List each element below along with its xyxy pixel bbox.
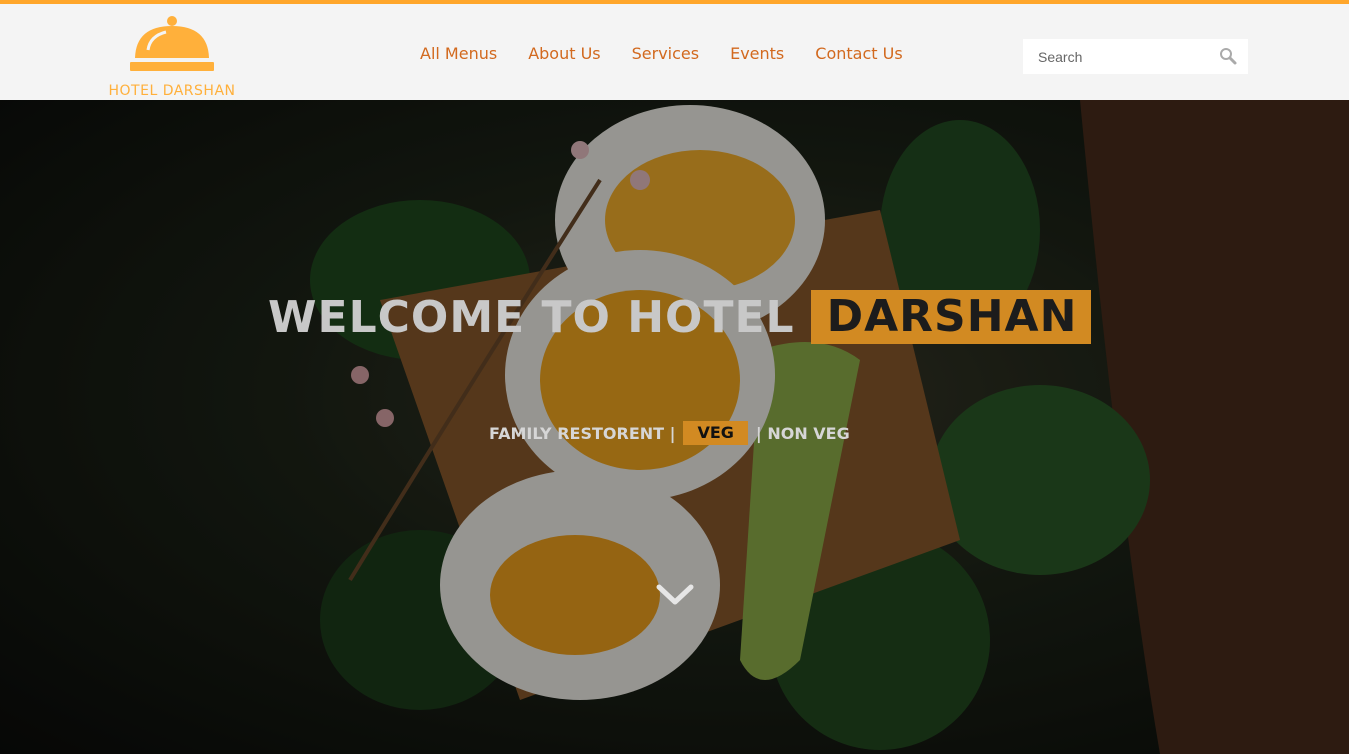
chevron-down-icon[interactable] [655, 582, 695, 608]
site-logo[interactable]: HOTEL DARSHAN [106, 14, 238, 99]
hero-banner: WELCOME TO HOTEL DARSHAN FAMILY RESTOREN… [0, 100, 1349, 754]
cloche-icon [130, 16, 214, 71]
nav-all-menus[interactable]: All Menus [420, 44, 497, 68]
hero-tagline: FAMILY RESTORENT | VEG | NON VEG [489, 420, 850, 446]
nav-about-us[interactable]: About Us [528, 44, 600, 68]
nav-services[interactable]: Services [632, 44, 699, 68]
nav-contact-us[interactable]: Contact Us [815, 44, 902, 68]
hero-title-highlight: DARSHAN [810, 290, 1092, 344]
tagline-veg-badge: VEG [683, 421, 748, 445]
search-box [1023, 39, 1248, 74]
tagline-non-veg: | NON VEG [755, 423, 850, 443]
tagline-family: FAMILY RESTORENT | [489, 423, 676, 443]
hero-title-plain: WELCOME TO HOTEL [268, 291, 795, 343]
search-icon[interactable] [1218, 46, 1238, 66]
site-header: HOTEL DARSHAN All Menus About Us Service… [0, 4, 1349, 100]
main-nav: All Menus About Us Services Events Conta… [420, 44, 903, 68]
nav-events[interactable]: Events [730, 44, 784, 68]
search-input[interactable] [1023, 39, 1213, 74]
logo-text: HOTEL DARSHAN [108, 83, 236, 99]
hero-title: WELCOME TO HOTEL DARSHAN [268, 290, 1092, 344]
